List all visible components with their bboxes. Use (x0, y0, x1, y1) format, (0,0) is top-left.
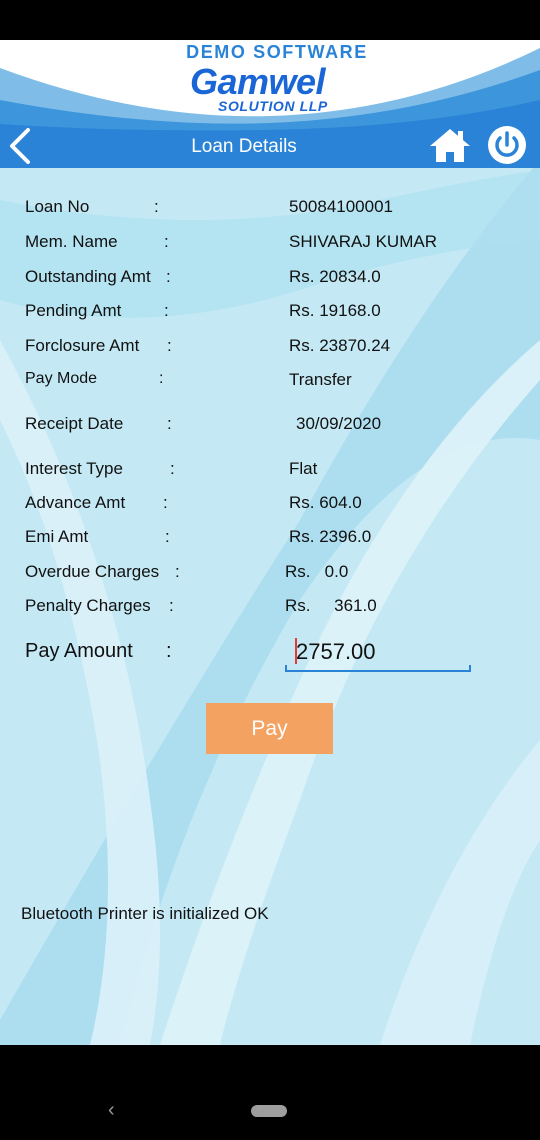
pay-amount-label: Pay Amount (25, 640, 133, 662)
app-screen: DEMO SOFTWARE Gamwel SOLUTION LLP Loan D… (0, 40, 540, 1045)
company-logo-subtitle: SOLUTION LLP (218, 98, 328, 114)
detail-colon: : (164, 232, 169, 251)
detail-value: Transfer (289, 370, 352, 389)
detail-row-loan-no: Loan No : 50084100001 (0, 197, 540, 227)
detail-row-receipt-date: Receipt Date : 30/09/2020 (0, 414, 540, 444)
system-nav-bar (0, 1045, 540, 1140)
detail-row-emi-amt: Emi Amt : Rs. 2396.0 (0, 527, 540, 557)
detail-label: Loan No (25, 197, 90, 216)
detail-row-pending-amt: Pending Amt : Rs. 19168.0 (0, 301, 540, 331)
detail-label: Interest Type (25, 459, 123, 478)
detail-colon: : (165, 527, 170, 546)
text-cursor (295, 638, 297, 664)
pay-amount-colon: : (166, 640, 172, 662)
detail-label: Advance Amt (25, 493, 126, 512)
detail-value: 30/09/2020 (296, 414, 382, 433)
pay-amount-input[interactable] (285, 634, 471, 670)
detail-colon: : (159, 370, 164, 387)
detail-value: Rs. 0.0 (285, 562, 349, 581)
detail-value: Rs. 23870.24 (289, 336, 391, 355)
detail-label: Mem. Name (25, 232, 118, 251)
detail-value: 50084100001 (289, 197, 394, 216)
detail-colon: : (175, 562, 180, 581)
detail-row-member-name: Mem. Name : SHIVARAJ KUMAR (0, 232, 540, 262)
detail-colon: : (170, 459, 175, 478)
detail-label: Receipt Date (25, 414, 124, 433)
detail-value: Rs. 604.0 (289, 493, 362, 512)
pay-button[interactable]: Pay (206, 703, 333, 754)
pay-amount-underline (285, 665, 471, 672)
detail-value: Flat (289, 459, 318, 478)
home-button[interactable] (428, 126, 472, 164)
power-icon (488, 126, 526, 164)
nav-back-icon[interactable]: ‹ (108, 1100, 115, 1120)
detail-colon: : (169, 596, 174, 615)
detail-row-interest-type: Interest Type : Flat (0, 459, 540, 489)
power-button[interactable] (486, 124, 528, 166)
detail-label: Outstanding Amt (25, 267, 151, 286)
detail-colon: : (164, 301, 169, 320)
nav-home-pill-icon[interactable] (251, 1105, 287, 1117)
detail-label: Pay Mode (25, 370, 98, 387)
detail-value: SHIVARAJ KUMAR (289, 232, 437, 251)
page-title: Loan Details (191, 136, 297, 157)
detail-label: Emi Amt (25, 527, 89, 546)
detail-row-advance-amt: Advance Amt : Rs. 604.0 (0, 493, 540, 523)
detail-label: Penalty Charges (25, 596, 151, 615)
detail-label: Forclosure Amt (25, 336, 140, 355)
header: DEMO SOFTWARE Gamwel SOLUTION LLP Loan D… (0, 40, 540, 168)
detail-row-outstanding-amt: Outstanding Amt : Rs. 20834.0 (0, 267, 540, 297)
detail-colon: : (154, 197, 159, 216)
status-bar (0, 0, 540, 40)
detail-value: Rs. 19168.0 (289, 301, 381, 320)
detail-value: Rs. 20834.0 (289, 267, 381, 286)
detail-colon: : (166, 267, 171, 286)
detail-value: Rs. 2396.0 (289, 527, 372, 546)
detail-label: Overdue Charges (25, 562, 160, 581)
detail-row-pay-mode: Pay Mode : Transfer (0, 370, 540, 400)
detail-colon: : (167, 414, 172, 433)
detail-label: Pending Amt (25, 301, 122, 320)
home-icon (430, 129, 470, 162)
detail-colon: : (163, 493, 168, 512)
detail-row-overdue-charges: Overdue Charges : Rs. 0.0 (0, 562, 540, 592)
detail-value: Rs. 361.0 (285, 596, 377, 615)
detail-row-forclosure-amt: Forclosure Amt : Rs. 23870.24 (0, 336, 540, 366)
detail-row-penalty-charges: Penalty Charges : Rs. 361.0 (0, 596, 540, 626)
printer-status-message: Bluetooth Printer is initialized OK (21, 904, 269, 923)
detail-colon: : (167, 336, 172, 355)
